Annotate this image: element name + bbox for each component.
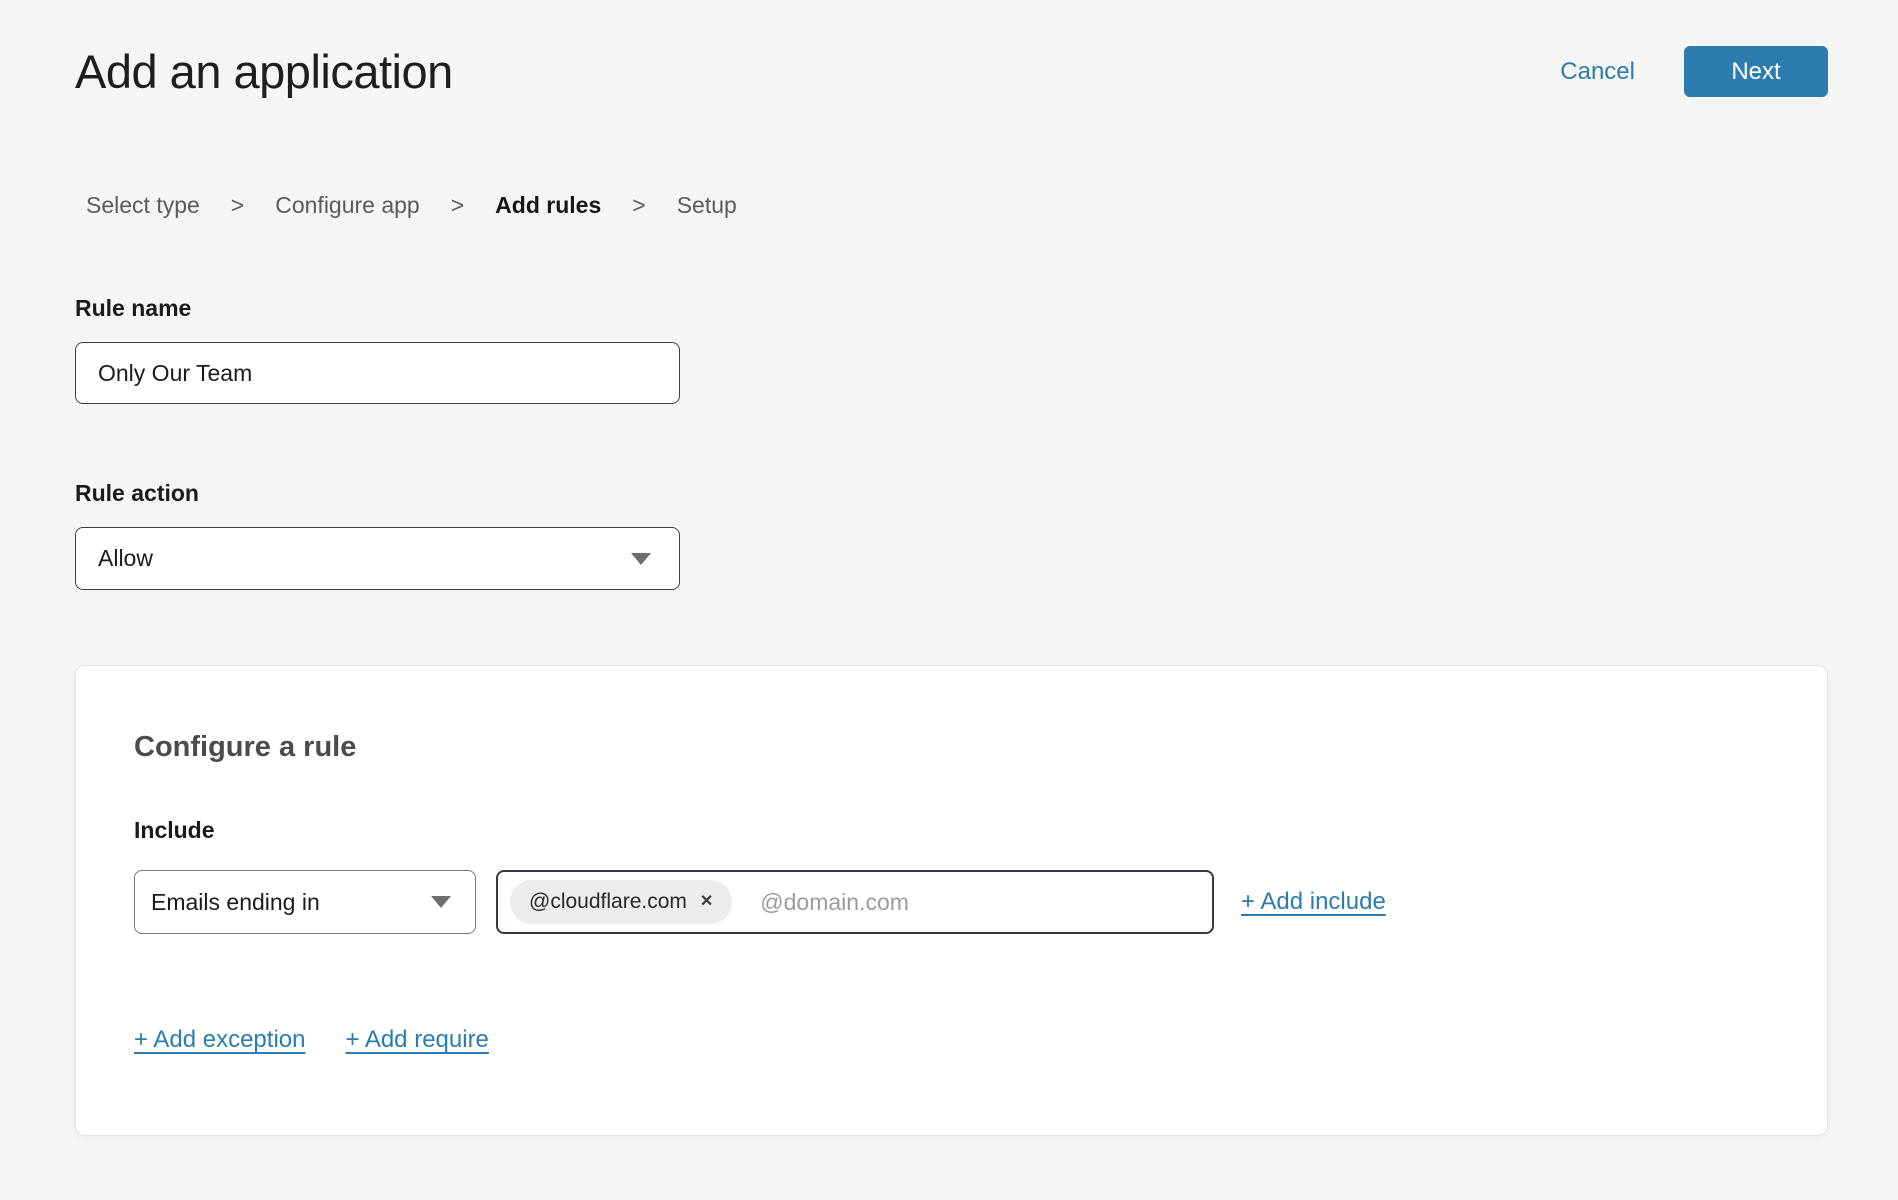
rule-action-selected-value: Allow (98, 545, 153, 572)
email-domain-text-input[interactable] (760, 889, 1200, 916)
add-exception-link[interactable]: + Add exception (134, 1026, 305, 1054)
email-domain-tag-label: @cloudflare.com (529, 890, 687, 914)
header-actions: Cancel Next (1560, 46, 1828, 97)
email-domain-tag: @cloudflare.com ✕ (510, 880, 732, 924)
configure-rule-card: Configure a rule Include Emails ending i… (75, 665, 1828, 1136)
rule-extra-links: + Add exception + Add require (134, 1026, 1769, 1054)
chevron-down-icon (631, 553, 651, 565)
rule-name-input[interactable] (75, 342, 680, 404)
chevron-down-icon (431, 896, 451, 908)
page-header: Add an application Cancel Next (75, 44, 1828, 99)
include-label: Include (134, 817, 1769, 844)
breadcrumb-separator: > (632, 192, 645, 219)
rule-action-label: Rule action (75, 480, 1828, 507)
next-button[interactable]: Next (1684, 46, 1828, 97)
add-include-link[interactable]: + Add include (1241, 888, 1386, 916)
breadcrumb-item-configure-app[interactable]: Configure app (275, 192, 420, 219)
include-rule-row: Emails ending in @cloudflare.com ✕ + Add… (134, 870, 1769, 934)
include-selector-select[interactable]: Emails ending in (134, 870, 476, 934)
add-require-link[interactable]: + Add require (345, 1026, 488, 1054)
breadcrumb-separator: > (451, 192, 464, 219)
rule-action-select[interactable]: Allow (75, 527, 680, 590)
breadcrumb-separator: > (231, 192, 244, 219)
breadcrumb-item-add-rules[interactable]: Add rules (495, 192, 601, 219)
breadcrumb-item-setup[interactable]: Setup (677, 192, 737, 219)
include-selector-value: Emails ending in (151, 889, 320, 916)
page-title: Add an application (75, 44, 453, 99)
breadcrumb: Select type > Configure app > Add rules … (75, 192, 1828, 219)
include-value-input[interactable]: @cloudflare.com ✕ (496, 870, 1214, 934)
cancel-button[interactable]: Cancel (1560, 58, 1635, 86)
configure-rule-title: Configure a rule (134, 731, 1769, 764)
add-application-page: Add an application Cancel Next Select ty… (75, 0, 1828, 1136)
breadcrumb-item-select-type[interactable]: Select type (86, 192, 200, 219)
close-icon[interactable]: ✕ (700, 894, 713, 910)
rule-name-label: Rule name (75, 295, 1828, 322)
